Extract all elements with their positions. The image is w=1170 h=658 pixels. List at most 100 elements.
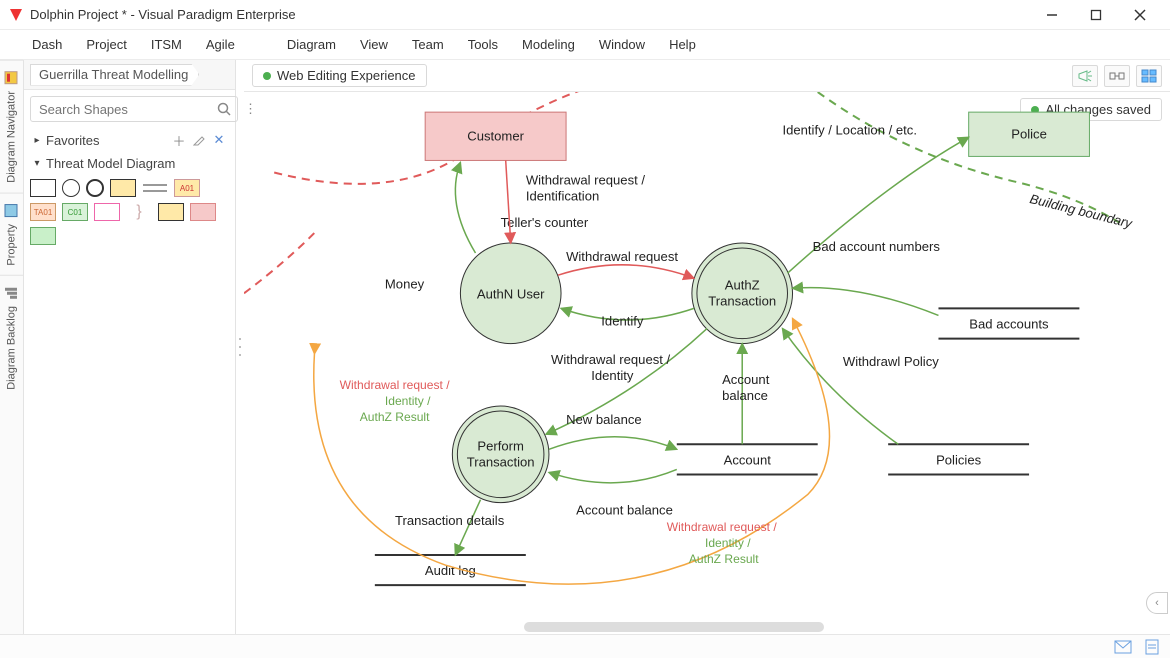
search-shapes-box[interactable]: [30, 96, 238, 122]
node-label: Transaction: [708, 293, 776, 308]
store-account[interactable]: Account: [677, 444, 818, 474]
shape-ta01[interactable]: TA01: [30, 203, 56, 221]
doc-tab[interactable]: Web Editing Experience: [252, 64, 427, 87]
menu-agile[interactable]: Agile: [194, 30, 247, 60]
favorites-section[interactable]: ▸ Favorites ＋ ✕: [24, 128, 235, 152]
svg-text:Account: Account: [722, 372, 770, 387]
horizontal-scrollbar[interactable]: [524, 622, 824, 632]
app-logo-icon: [8, 7, 24, 23]
close-button[interactable]: [1118, 0, 1162, 30]
svg-text:Withdrawl Policy: Withdrawl Policy: [843, 354, 939, 369]
store-label: Account: [724, 452, 772, 467]
shape-pink-rect[interactable]: [94, 203, 120, 221]
store-audit-log[interactable]: Audit log: [375, 555, 526, 585]
tool-layout[interactable]: [1104, 65, 1130, 87]
shape-a01[interactable]: A01: [174, 179, 200, 197]
shape-curly[interactable]: }: [126, 203, 152, 221]
svg-text:balance: balance: [722, 388, 768, 403]
store-policies[interactable]: Policies: [888, 444, 1029, 474]
node-label: Transaction: [467, 454, 535, 469]
menubar: Dash Project ITSM Agile Diagram View Tea…: [0, 30, 1170, 60]
svg-text:Withdrawal request: Withdrawal request: [566, 249, 678, 264]
tool-grid[interactable]: [1136, 65, 1162, 87]
megaphone-icon: [1077, 69, 1093, 83]
shape-circle-bold[interactable]: [86, 179, 104, 197]
section-label: Threat Model Diagram: [46, 156, 175, 171]
shape-pink2[interactable]: [190, 203, 216, 221]
breadcrumb-bar: Guerrilla Threat Modelling: [24, 60, 235, 90]
shape-note[interactable]: [110, 179, 136, 197]
splitter-handle[interactable]: [236, 60, 244, 634]
menu-team[interactable]: Team: [400, 30, 456, 60]
shape-palette: A01 TA01 C01 }: [24, 175, 235, 249]
chevron-right-icon: ▸: [32, 135, 42, 146]
sidetab-label: Diagram Navigator: [6, 91, 18, 183]
minimize-button[interactable]: [1030, 0, 1074, 30]
navigator-icon: [5, 71, 19, 85]
svg-text:Identify: Identify: [601, 314, 644, 329]
boundary-label: Building boundary: [1028, 191, 1135, 231]
grid-icon: [1141, 69, 1157, 83]
search-input[interactable]: [37, 101, 217, 118]
menu-modeling[interactable]: Modeling: [510, 30, 587, 60]
shape-rect[interactable]: [30, 179, 56, 197]
svg-text:Identity /: Identity /: [385, 394, 431, 408]
node-label: AuthN User: [477, 286, 545, 301]
edit-favorite-icon[interactable]: [191, 132, 207, 148]
svg-text:Withdrawal request /: Withdrawal request /: [551, 352, 671, 367]
menu-tools[interactable]: Tools: [456, 30, 510, 60]
status-dot-icon: [263, 72, 271, 80]
diagram-svg: Teller's counter Building boundary Custo…: [244, 92, 1170, 605]
sidetab-diagram-navigator[interactable]: Diagram Navigator: [0, 60, 23, 193]
svg-text:AuthZ Result: AuthZ Result: [360, 410, 430, 424]
menu-diagram[interactable]: Diagram: [275, 30, 348, 60]
node-label: Police: [1011, 126, 1047, 141]
sidetab-diagram-backlog[interactable]: Diagram Backlog: [0, 275, 23, 400]
threat-section[interactable]: ▾ Threat Model Diagram: [24, 152, 235, 175]
svg-text:Money: Money: [385, 276, 425, 291]
menu-dash[interactable]: Dash: [20, 30, 74, 60]
svg-text:Bad account numbers: Bad account numbers: [813, 239, 941, 254]
property-icon: [5, 204, 19, 218]
breadcrumb-item[interactable]: Guerrilla Threat Modelling: [30, 64, 199, 86]
statusbar: [0, 634, 1170, 658]
menu-itsm[interactable]: ITSM: [139, 30, 194, 60]
menu-help[interactable]: Help: [657, 30, 708, 60]
search-icon: [217, 102, 231, 116]
svg-text:Transaction details: Transaction details: [395, 513, 505, 528]
backlog-icon: [5, 286, 19, 300]
sidetab-label: Diagram Backlog: [6, 306, 18, 390]
titlebar: Dolphin Project * - Visual Paradigm Ente…: [0, 0, 1170, 30]
tool-announce[interactable]: [1072, 65, 1098, 87]
shape-circle-thin[interactable]: [62, 179, 80, 197]
shape-c01[interactable]: C01: [62, 203, 88, 221]
sidetab-label: Property: [6, 224, 18, 266]
svg-text:AuthZ Result: AuthZ Result: [689, 552, 759, 566]
side-tab-strip: Diagram Navigator Property Diagram Backl…: [0, 60, 24, 634]
chevron-down-icon: ▾: [32, 158, 42, 169]
doc-tab-label: Web Editing Experience: [277, 68, 416, 83]
doc-header: Web Editing Experience: [244, 60, 1170, 92]
svg-text:Identity /: Identity /: [705, 536, 751, 550]
svg-text:Identification: Identification: [526, 189, 599, 204]
shape-green2[interactable]: [30, 227, 56, 245]
shape-note2[interactable]: [158, 203, 184, 221]
node-label: AuthZ: [725, 277, 760, 292]
maximize-button[interactable]: [1074, 0, 1118, 30]
sidetab-property[interactable]: Property: [0, 193, 23, 276]
svg-text:Identify / Location / etc.: Identify / Location / etc.: [782, 122, 917, 137]
store-bad-accounts[interactable]: Bad accounts: [938, 308, 1079, 338]
node-label: Customer: [467, 128, 524, 143]
node-label: Perform: [477, 438, 524, 453]
menu-view[interactable]: View: [348, 30, 400, 60]
menu-project[interactable]: Project: [74, 30, 138, 60]
svg-text:New balance: New balance: [566, 412, 642, 427]
diagram-canvas[interactable]: All changes saved Teller's counter Build…: [244, 92, 1170, 634]
remove-favorite-icon[interactable]: ✕: [211, 132, 227, 148]
note-icon[interactable]: [1144, 639, 1160, 655]
mail-icon[interactable]: [1114, 640, 1132, 654]
menu-window[interactable]: Window: [587, 30, 657, 60]
add-favorite-icon[interactable]: ＋: [171, 132, 187, 148]
shape-line[interactable]: [142, 179, 168, 197]
panel-collapse-handle[interactable]: ‹: [1146, 592, 1168, 614]
